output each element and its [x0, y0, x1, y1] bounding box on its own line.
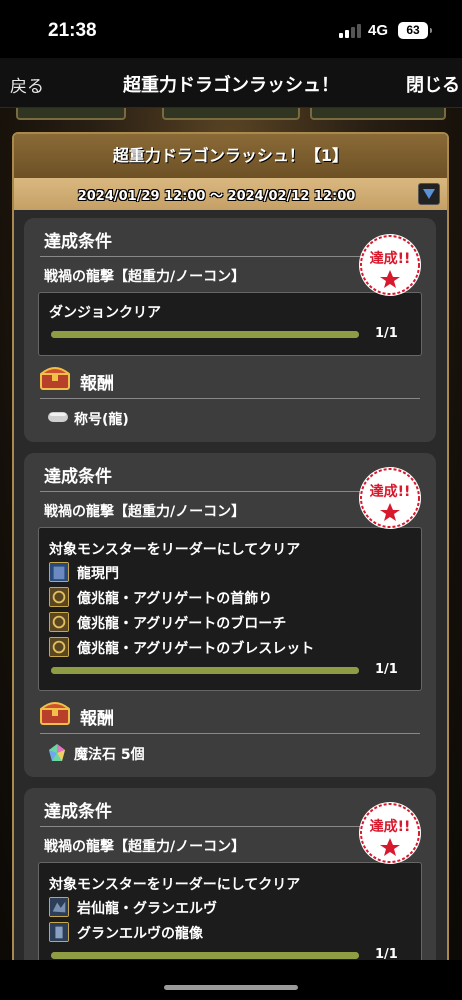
magic-stone-icon: [49, 744, 65, 761]
progress-count: 1/1: [375, 947, 398, 960]
treasure-chest-icon: [40, 367, 70, 390]
divider: [40, 733, 420, 734]
progress-bar: [51, 952, 359, 959]
progress-bar: [51, 331, 359, 338]
tab-stub-3[interactable]: [310, 108, 446, 120]
progress-count: 1/1: [375, 662, 398, 677]
requirement-text: 対象モンスターをリーダーにしてクリア: [49, 877, 301, 893]
triangle-down-icon[interactable]: [418, 183, 440, 205]
achieved-stamp: 達成!!: [359, 467, 421, 529]
reward-item: 称号(龍): [74, 412, 129, 428]
close-button[interactable]: 閉じる: [406, 71, 460, 97]
dragon-statue-icon: [49, 922, 69, 942]
divider: [40, 398, 420, 399]
mission-scroll-area[interactable]: 超重力ドラゴンラッシュ！【1】 2024/01/29 12:00 〜 2024/…: [0, 108, 462, 960]
brooch-icon: [49, 612, 69, 632]
progress-fill: [51, 667, 359, 674]
monster-name: 岩仙龍・グランエルヴ: [77, 901, 217, 917]
event-period-bar: 2024/01/29 12:00 〜 2024/02/12 12:00: [14, 178, 447, 210]
bracelet-icon: [49, 637, 69, 657]
requirement-box: 対象モンスターをリーダーにしてクリア 龍現門 億兆龍・アグリゲートの首飾り 億兆…: [38, 527, 422, 691]
dragon-gate-icon: [49, 562, 69, 582]
nav-bar: 戻る 超重力ドラゴンラッシュ！ 閉じる: [0, 58, 462, 108]
monster-name: グランエルヴの龍像: [77, 926, 203, 942]
condition-title: 達成条件: [44, 802, 112, 822]
quest-name: 戦禍の龍撃【超重力/ノーコン】: [44, 269, 246, 285]
monster-name: 龍現門: [77, 566, 119, 582]
treasure-chest-icon: [40, 702, 70, 725]
reward-item: 魔法石 5個: [74, 747, 145, 763]
requirement-box: 対象モンスターをリーダーにしてクリア 岩仙龍・グランエルヴ グランエルヴの龍像 …: [38, 862, 422, 960]
stamp-text: 達成!!: [370, 818, 411, 835]
stamp-text: 達成!!: [370, 250, 411, 267]
cellular-signal-icon: [339, 24, 361, 38]
requirement-text: ダンジョンクリア: [49, 305, 161, 321]
condition-title: 達成条件: [44, 232, 112, 252]
progress-fill: [51, 952, 359, 959]
progress-bar: [51, 667, 359, 674]
requirement-text: 対象モンスターをリーダーにしてクリア: [49, 542, 301, 558]
status-bar: 21:38 4G 63: [0, 0, 462, 58]
rock-dragon-icon: [49, 897, 69, 917]
home-area: [0, 960, 462, 1000]
home-indicator[interactable]: [164, 985, 298, 990]
status-time: 21:38: [48, 20, 97, 41]
necklace-icon: [49, 587, 69, 607]
monster-name: 億兆龍・アグリゲートの首飾り: [77, 591, 273, 607]
quest-name: 戦禍の龍撃【超重力/ノーコン】: [44, 839, 246, 855]
mission-card: 達成条件 戦禍の龍撃【超重力/ノーコン】 対象モンスターをリーダーにしてクリア …: [24, 788, 436, 960]
requirement-box: ダンジョンクリア 1/1: [38, 292, 422, 356]
event-panel: 超重力ドラゴンラッシュ！【1】 2024/01/29 12:00 〜 2024/…: [12, 132, 449, 960]
tab-stub-1[interactable]: [16, 108, 126, 120]
condition-title: 達成条件: [44, 467, 112, 487]
achieved-stamp: 達成!!: [359, 802, 421, 864]
quest-name: 戦禍の龍撃【超重力/ノーコン】: [44, 504, 246, 520]
event-title: 超重力ドラゴンラッシュ！【1】: [14, 134, 447, 178]
stamp-text: 達成!!: [370, 483, 411, 500]
network-type: 4G: [368, 22, 389, 39]
event-period: 2024/01/29 12:00 〜 2024/02/12 12:00: [77, 189, 356, 204]
mission-card: 達成条件 戦禍の龍撃【超重力/ノーコン】 対象モンスターをリーダーにしてクリア …: [24, 453, 436, 777]
reward-title: 報酬: [80, 374, 114, 394]
page-title: 超重力ドラゴンラッシュ！: [123, 75, 339, 96]
monster-name: 億兆龍・アグリゲートのブローチ: [77, 616, 287, 632]
achieved-stamp: 達成!!: [359, 234, 421, 296]
reward-title: 報酬: [80, 709, 114, 729]
capsule-icon: [48, 412, 68, 422]
tab-stub-2[interactable]: [162, 108, 300, 120]
progress-fill: [51, 331, 359, 338]
battery-icon: 63: [398, 22, 432, 39]
progress-count: 1/1: [375, 326, 398, 341]
mission-card: 達成条件 戦禍の龍撃【超重力/ノーコン】 ダンジョンクリア 1/1 報酬 称号(…: [24, 218, 436, 442]
monster-name: 億兆龍・アグリゲートのブレスレット: [77, 641, 315, 657]
